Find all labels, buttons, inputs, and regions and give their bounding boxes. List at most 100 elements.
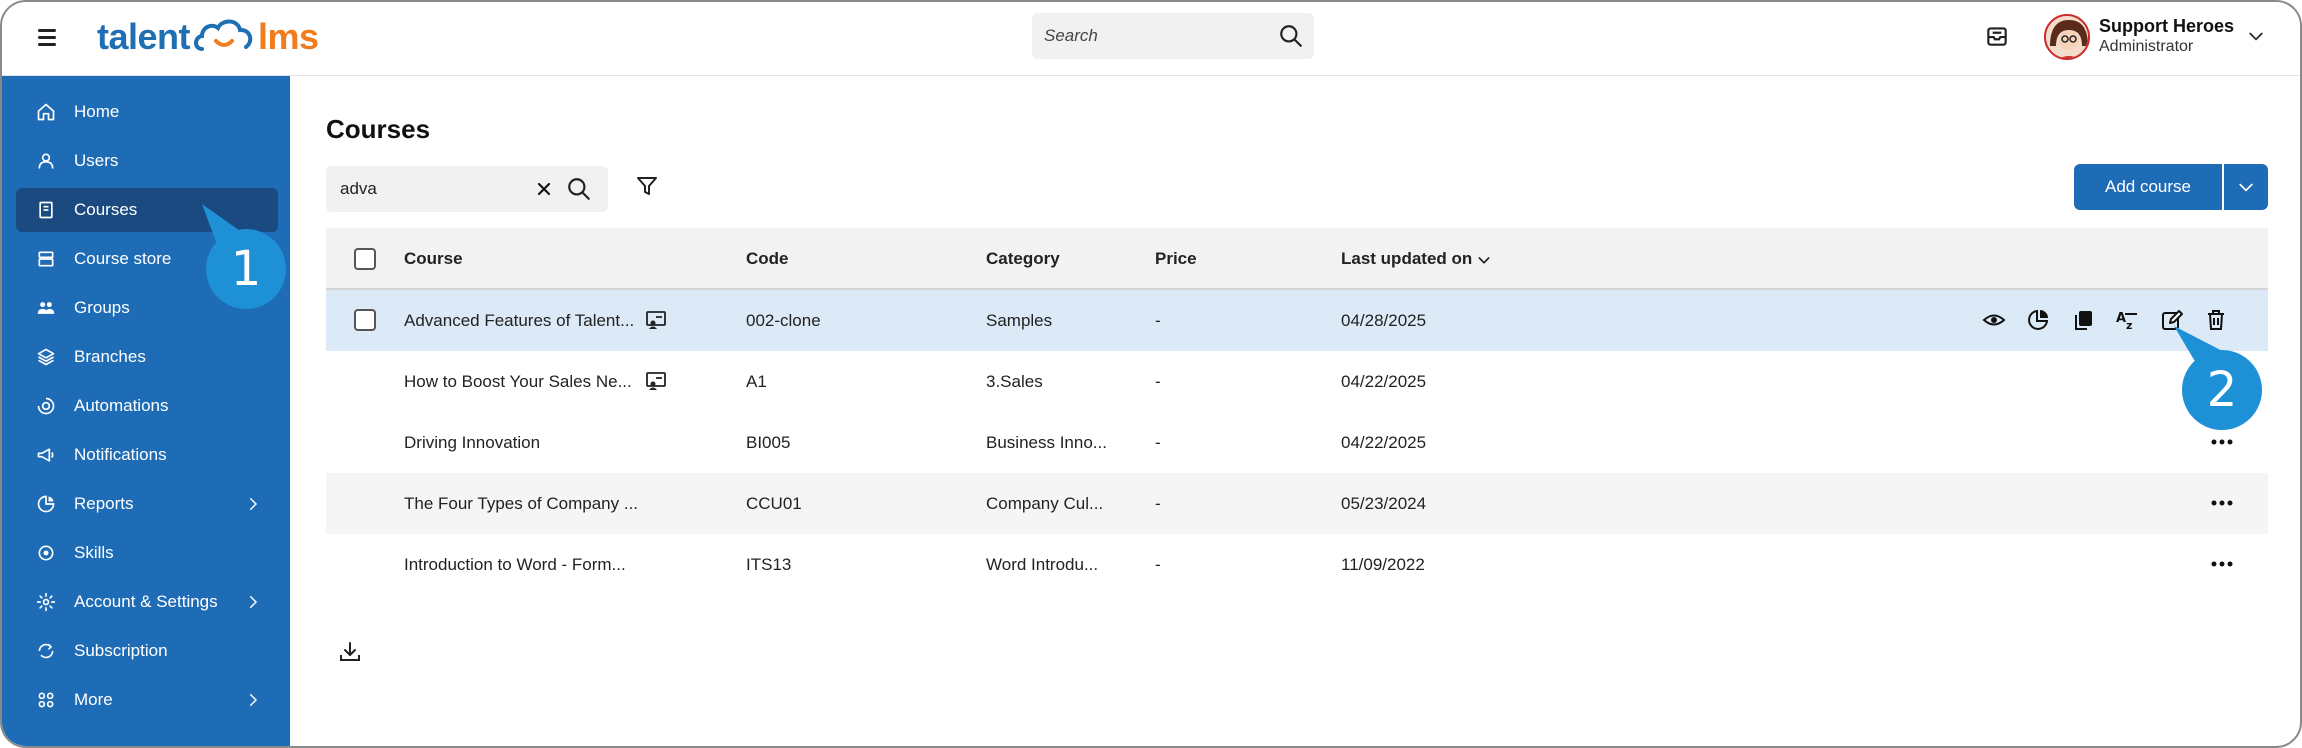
- sidebar-item-label: Subscription: [74, 641, 168, 660]
- chevron-down-icon: [2239, 183, 2253, 192]
- course-name[interactable]: How to Boost Your Sales Ne...: [404, 372, 632, 392]
- global-search-input[interactable]: [1044, 13, 1264, 59]
- search-icon[interactable]: [1278, 23, 1304, 49]
- course-updated: 04/28/2025: [1341, 311, 1427, 330]
- course-category: Business Inno...: [986, 433, 1107, 452]
- sort-chevron-down-icon[interactable]: [1476, 252, 1492, 268]
- download-icon[interactable]: [338, 640, 362, 664]
- global-search: [1032, 13, 1314, 59]
- course-name[interactable]: Advanced Features of Talent...: [404, 311, 634, 331]
- course-updated: 04/22/2025: [1341, 433, 1427, 452]
- course-name[interactable]: Introduction to Word - Form...: [404, 555, 626, 575]
- pie-chart-icon: [37, 495, 55, 513]
- table-row[interactable]: How to Boost Your Sales Ne... A1 3.Sales…: [326, 351, 2268, 412]
- chevron-right-icon: [250, 694, 258, 706]
- sidebar-item-users[interactable]: Users: [16, 139, 278, 183]
- course-updated: 11/09/2022: [1341, 555, 1425, 574]
- select-all-checkbox[interactable]: [354, 248, 376, 270]
- chevron-down-icon[interactable]: [2246, 26, 2266, 46]
- table-row[interactable]: Driving Innovation BI005 Business Inno..…: [326, 412, 2268, 473]
- course-search-input[interactable]: [340, 166, 530, 212]
- course-price: -: [1155, 311, 1161, 330]
- table-row[interactable]: Advanced Features of Talent... 002-clone…: [326, 290, 2268, 351]
- automation-icon: [37, 397, 55, 415]
- instructor-led-icon: [646, 372, 666, 390]
- logo[interactable]: talent lms: [97, 14, 319, 60]
- sidebar-item-home[interactable]: Home: [16, 90, 278, 134]
- avatar[interactable]: [2044, 14, 2090, 60]
- add-course-dropdown[interactable]: [2224, 164, 2268, 210]
- column-course[interactable]: Course: [404, 249, 463, 269]
- course-price: -: [1155, 372, 1161, 391]
- close-icon[interactable]: [534, 179, 554, 199]
- search-icon[interactable]: [566, 176, 592, 202]
- app-window: talent lms Suppor: [0, 0, 2302, 748]
- eye-icon[interactable]: [1982, 308, 2006, 332]
- column-last-updated[interactable]: Last updated on: [1341, 249, 1472, 269]
- more-options-icon[interactable]: [2208, 493, 2236, 513]
- copy-icon[interactable]: [2071, 308, 2095, 332]
- sidebar-item-label: Course store: [74, 249, 172, 268]
- pie-chart-icon[interactable]: [2026, 308, 2050, 332]
- sidebar-item-label: Skills: [74, 543, 114, 562]
- sidebar-item-label: Branches: [74, 347, 146, 366]
- course-code: 002-clone: [746, 311, 821, 330]
- book-icon: [39, 201, 53, 219]
- sidebar-item-skills[interactable]: Skills: [16, 531, 278, 575]
- sidebar-item-label: Automations: [74, 396, 169, 415]
- course-code: ITS13: [746, 555, 792, 574]
- row-checkbox[interactable]: [354, 309, 376, 331]
- sidebar-item-reports[interactable]: Reports: [16, 482, 278, 526]
- sidebar-item-account-settings[interactable]: Account & Settings: [16, 580, 278, 624]
- sidebar-item-subscription[interactable]: Subscription: [16, 629, 278, 673]
- menu-icon[interactable]: [36, 26, 60, 48]
- sidebar-item-more[interactable]: More: [16, 678, 278, 722]
- more-options-icon[interactable]: [2208, 432, 2236, 452]
- svg-text:A: A: [2116, 311, 2126, 326]
- home-icon: [37, 103, 55, 121]
- filter-icon[interactable]: [635, 174, 659, 198]
- sidebar-item-label: Groups: [74, 298, 130, 317]
- table-row[interactable]: The Four Types of Company ... CCU01 Comp…: [326, 473, 2268, 534]
- course-name[interactable]: The Four Types of Company ...: [404, 494, 638, 514]
- course-name[interactable]: Driving Innovation: [404, 433, 540, 453]
- logo-text-talent: talent: [97, 16, 191, 57]
- step-callout-1: 1: [206, 229, 286, 309]
- sidebar-item-automations[interactable]: Automations: [16, 384, 278, 428]
- column-code[interactable]: Code: [746, 249, 789, 269]
- sidebar-item-branches[interactable]: Branches: [16, 335, 278, 379]
- column-price[interactable]: Price: [1155, 249, 1197, 269]
- layers-icon: [37, 348, 55, 366]
- sidebar: Home Users Courses Course store Groups B…: [2, 76, 290, 746]
- avatar-image: [2046, 16, 2088, 58]
- user-icon: [38, 153, 54, 169]
- chevron-right-icon: [250, 596, 258, 608]
- course-code: CCU01: [746, 494, 802, 513]
- step-callout-2: 2: [2182, 350, 2262, 430]
- inbox-icon[interactable]: [1984, 23, 2010, 49]
- grid-icon: [38, 692, 54, 708]
- top-bar: talent lms Suppor: [2, 2, 2300, 76]
- add-course-button[interactable]: Add course: [2074, 164, 2222, 210]
- course-price: -: [1155, 555, 1161, 574]
- course-price: -: [1155, 433, 1161, 452]
- table-row[interactable]: Introduction to Word - Form... ITS13 Wor…: [326, 534, 2268, 595]
- translate-icon[interactable]: Az: [2115, 308, 2139, 332]
- course-search: [326, 166, 608, 212]
- course-updated: 04/22/2025: [1341, 372, 1427, 391]
- course-category: Samples: [986, 311, 1053, 330]
- course-category: Company Cul...: [986, 494, 1104, 513]
- user-name[interactable]: Support Heroes: [2099, 16, 2234, 37]
- column-category[interactable]: Category: [986, 249, 1060, 269]
- course-code: BI005: [746, 433, 791, 452]
- gear-icon: [36, 592, 56, 612]
- cloud-icon: [194, 19, 253, 51]
- sidebar-item-label: Home: [74, 102, 120, 121]
- course-code: A1: [746, 372, 767, 391]
- sidebar-item-label: Account & Settings: [74, 592, 218, 611]
- megaphone-icon: [37, 448, 54, 462]
- sidebar-item-notifications[interactable]: Notifications: [16, 433, 278, 477]
- chevron-right-icon: [250, 498, 258, 510]
- store-icon: [38, 251, 54, 267]
- more-options-icon[interactable]: [2208, 554, 2236, 574]
